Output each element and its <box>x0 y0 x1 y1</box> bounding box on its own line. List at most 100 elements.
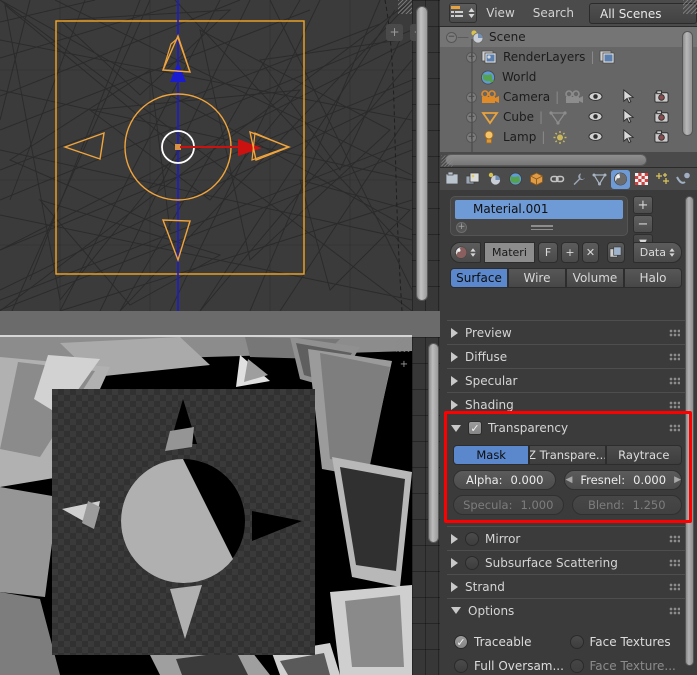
tab-render[interactable] <box>443 170 462 189</box>
decrement-arrow-icon[interactable]: ◀ <box>565 475 572 485</box>
copy-material-button[interactable] <box>607 242 625 263</box>
tab-texture[interactable] <box>632 170 651 189</box>
expand-triangle-icon[interactable] <box>451 533 458 544</box>
cursor-arrow-icon[interactable] <box>621 89 636 104</box>
panel-drag-grip[interactable] <box>669 558 680 567</box>
panel-drag-grip[interactable] <box>669 376 680 385</box>
material-slot-item[interactable]: Material.001 <box>455 200 623 219</box>
tab-surface[interactable]: Surface <box>450 268 508 288</box>
menu-search[interactable]: Search <box>524 3 583 23</box>
render-result-editor[interactable] <box>0 337 412 675</box>
face-textures-checkbox[interactable] <box>569 635 584 649</box>
tab-physics[interactable] <box>674 170 693 189</box>
outliner-row-camera[interactable]: + Camera | <box>440 87 697 107</box>
option-traceable[interactable]: Traceable <box>454 630 570 654</box>
option-face-textures[interactable]: Face Textures <box>569 630 686 654</box>
specular-field[interactable]: Specula: 1.000 <box>453 495 564 515</box>
material-link-dropdown[interactable]: Data <box>632 242 682 263</box>
mode-raytrace[interactable]: Raytrace <box>605 445 682 465</box>
fake-user-button[interactable]: F <box>537 242 559 263</box>
render-camera-icon[interactable] <box>654 89 669 104</box>
material-name-field[interactable]: Materi <box>484 242 535 263</box>
panel-shading[interactable]: Shading <box>447 392 685 416</box>
remove-slot-button[interactable]: − <box>633 215 653 233</box>
outliner-row-scene[interactable]: − — Scene <box>440 27 697 47</box>
render-plus-icon[interactable]: + <box>398 359 410 371</box>
panel-diffuse[interactable]: Diffuse <box>447 344 685 368</box>
mode-mask[interactable]: Mask <box>453 445 530 465</box>
panel-drag-grip[interactable] <box>669 582 680 591</box>
tab-halo[interactable]: Halo <box>624 268 682 288</box>
collapse-triangle-icon[interactable] <box>451 424 461 432</box>
sss-enable-checkbox[interactable] <box>465 555 479 570</box>
panel-drag-grip[interactable] <box>669 534 680 543</box>
outliner-row-cube[interactable]: + Cube | <box>440 107 697 127</box>
material-browse-button[interactable] <box>450 242 481 263</box>
mirror-enable-checkbox[interactable] <box>465 531 479 546</box>
collapse-toggle-scene[interactable]: − <box>446 31 457 43</box>
tab-particles[interactable] <box>653 170 672 189</box>
panel-options[interactable]: Options Traceable Full Oversam... <box>447 598 685 675</box>
viewport-vertical-scrollbar[interactable] <box>416 6 428 301</box>
eye-icon[interactable] <box>588 89 603 104</box>
unlink-material-button[interactable]: ✕ <box>581 242 600 263</box>
cursor-arrow-icon[interactable] <box>621 109 636 124</box>
option-full-oversampling[interactable]: Full Oversam... <box>454 654 570 675</box>
expand-triangle-icon[interactable] <box>451 557 458 568</box>
tab-world[interactable] <box>506 170 525 189</box>
outliner-tree[interactable]: − — Scene + RenderLaye <box>440 27 697 152</box>
expand-triangle-icon[interactable] <box>451 375 458 386</box>
alpha-field[interactable]: Alpha: 0.000 <box>453 470 557 490</box>
panel-drag-grip[interactable] <box>669 606 680 615</box>
outliner-row-lamp[interactable]: + Lamp | <box>440 127 697 147</box>
traceable-checkbox[interactable] <box>454 635 468 649</box>
expand-triangle-icon[interactable] <box>451 351 458 362</box>
editor-divider[interactable] <box>0 311 440 337</box>
tab-constraints[interactable] <box>548 170 567 189</box>
tab-wire[interactable]: Wire <box>508 268 566 288</box>
panel-subsurface-scattering[interactable]: Subsurface Scattering <box>447 550 685 574</box>
panel-mirror[interactable]: Mirror <box>447 526 685 550</box>
panel-drag-grip[interactable] <box>669 352 680 361</box>
panel-specular[interactable]: Specular <box>447 368 685 392</box>
tab-scene[interactable] <box>485 170 504 189</box>
display-mode-dropdown[interactable]: All Scenes <box>589 2 697 24</box>
tab-object[interactable] <box>527 170 546 189</box>
panel-strand[interactable]: Strand <box>447 574 685 598</box>
panel-preview[interactable]: Preview <box>447 320 685 344</box>
collapse-triangle-icon[interactable] <box>451 607 461 614</box>
slot-add-icon[interactable]: + <box>456 222 467 233</box>
fresnel-field[interactable]: ◀ Fresnel: 0.000 ▶ <box>564 470 682 490</box>
tab-data[interactable] <box>590 170 609 189</box>
full-oversampling-checkbox[interactable] <box>454 659 468 673</box>
transparency-enable-checkbox[interactable] <box>468 421 482 435</box>
3d-viewport[interactable] <box>0 0 412 311</box>
add-slot-button[interactable]: + <box>633 196 653 214</box>
panel-transparency[interactable]: Transparency Mask Z Transpare... Raytrac… <box>447 416 685 515</box>
expand-triangle-icon[interactable] <box>451 327 458 338</box>
render-camera-icon[interactable] <box>654 129 669 144</box>
menu-view[interactable]: View <box>477 3 523 23</box>
properties-vertical-scrollbar[interactable] <box>685 196 694 666</box>
editor-type-button[interactable] <box>449 3 478 23</box>
panel-drag-grip[interactable] <box>669 424 680 432</box>
eye-icon[interactable] <box>588 109 603 124</box>
panel-drag-grip[interactable] <box>669 400 680 409</box>
cursor-arrow-icon[interactable] <box>621 129 636 144</box>
outliner-vertical-scrollbar[interactable] <box>682 31 693 136</box>
render-vertical-scrollbar[interactable] <box>428 343 439 543</box>
outliner-horizontal-scrollbar-track[interactable] <box>440 152 697 168</box>
increment-arrow-icon[interactable]: ▶ <box>674 475 681 485</box>
tab-render-layers[interactable] <box>464 170 483 189</box>
outliner-row-world[interactable]: World <box>440 67 697 87</box>
tab-material[interactable] <box>611 169 630 189</box>
expand-triangle-icon[interactable] <box>451 581 458 592</box>
tab-volume[interactable]: Volume <box>566 268 624 288</box>
eye-icon[interactable] <box>588 129 603 144</box>
mode-z-transparency[interactable]: Z Transpare... <box>529 445 606 465</box>
new-material-button[interactable]: + <box>561 242 579 263</box>
material-slot-list[interactable]: Material.001 + <box>450 196 628 236</box>
expand-triangle-icon[interactable] <box>451 399 458 410</box>
outliner-row-renderlayers[interactable]: + RenderLayers | <box>440 47 697 67</box>
outliner-horizontal-scrollbar-thumb[interactable] <box>445 154 647 166</box>
